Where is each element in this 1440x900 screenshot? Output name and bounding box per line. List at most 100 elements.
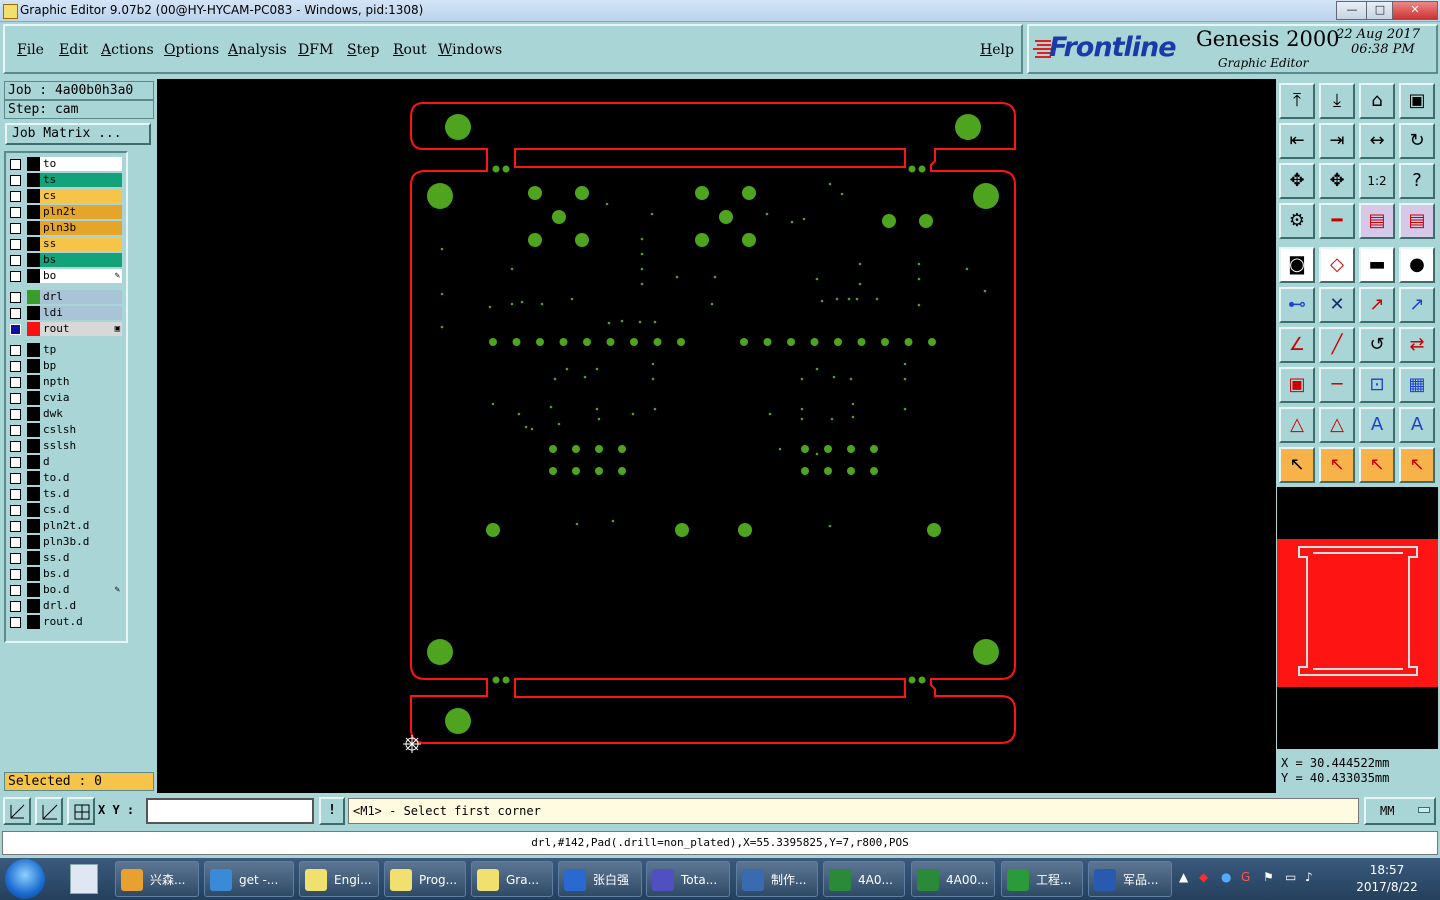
drill-hole[interactable]: [595, 467, 603, 475]
drill-hole[interactable]: [530, 427, 534, 431]
graphic-canvas[interactable]: [157, 79, 1276, 793]
drill-hole[interactable]: [549, 467, 557, 475]
drill-hole[interactable]: [881, 338, 889, 346]
layer-name[interactable]: ss.d: [40, 551, 122, 565]
taskbar-item[interactable]: 工程...: [1001, 861, 1083, 897]
drill-hole[interactable]: [815, 452, 819, 456]
add-line-icon[interactable]: ↗: [1359, 287, 1395, 323]
layer-row[interactable]: cslsh: [6, 423, 126, 437]
drill-hole[interactable]: [828, 524, 832, 528]
layer-checkbox[interactable]: [10, 409, 21, 420]
drill-hole[interactable]: [552, 210, 566, 224]
copy-feature-icon[interactable]: ▦: [1399, 367, 1435, 403]
polygon-draw-icon[interactable]: ◇: [1319, 247, 1355, 283]
pan-left-icon[interactable]: ⇤: [1279, 123, 1315, 159]
drill-hole[interactable]: [828, 182, 832, 186]
pointer-path-icon[interactable]: ↖: [1399, 447, 1435, 483]
drill-hole[interactable]: [611, 519, 615, 523]
layer-row[interactable]: bs.d: [6, 567, 126, 581]
drill-hole[interactable]: [540, 302, 544, 306]
zoom-in-icon[interactable]: ✥: [1279, 163, 1315, 199]
tray-arrow-icon[interactable]: ▲: [1179, 870, 1188, 884]
minimize-button[interactable]: —: [1336, 1, 1368, 20]
drill-hole[interactable]: [824, 445, 832, 453]
start-button-icon[interactable]: [5, 859, 45, 899]
layer-row[interactable]: pln3b: [6, 221, 126, 235]
layer-name[interactable]: tp: [40, 343, 122, 357]
layer-work-swatch[interactable]: [27, 237, 40, 251]
drill-hole[interactable]: [638, 320, 642, 324]
grid-icon[interactable]: [67, 797, 95, 825]
layer-name[interactable]: cslsh: [40, 423, 122, 437]
snap-tool-icon[interactable]: [35, 797, 63, 825]
layer-name[interactable]: ts.d: [40, 487, 122, 501]
drill-hole[interactable]: [840, 192, 844, 196]
layer-row[interactable]: ts.d: [6, 487, 126, 501]
layer-name[interactable]: ts: [40, 173, 122, 187]
drill-hole[interactable]: [427, 183, 453, 209]
taskbar-item[interactable]: 兴森...: [115, 861, 199, 897]
layer-work-swatch[interactable]: [27, 269, 40, 283]
drill-hole[interactable]: [440, 325, 444, 329]
layer-name[interactable]: pln3b.d: [40, 535, 122, 549]
layer-row[interactable]: ss.d: [6, 551, 126, 565]
layer-name[interactable]: bo.d ✎: [40, 583, 122, 597]
taskbar-item[interactable]: get -...: [204, 861, 294, 897]
layer-name[interactable]: ldi: [40, 306, 122, 320]
layer-checkbox[interactable]: [10, 361, 21, 372]
redraw-icon[interactable]: ↻: [1399, 123, 1435, 159]
layer-row[interactable]: drl: [6, 290, 126, 304]
layer-row[interactable]: bs: [6, 253, 126, 267]
drill-hole[interactable]: [677, 338, 685, 346]
size-handle-icon[interactable]: ⊡: [1359, 367, 1395, 403]
drill-hole[interactable]: [742, 186, 756, 200]
drill-hole[interactable]: [834, 338, 842, 346]
drill-hole[interactable]: [855, 297, 859, 301]
menu-help[interactable]: Help: [980, 42, 1014, 58]
split-line-icon[interactable]: ─: [1319, 367, 1355, 403]
layer-checkbox[interactable]: [10, 345, 21, 356]
drill-hole[interactable]: [559, 338, 568, 346]
layer-work-swatch[interactable]: [27, 205, 40, 219]
layer-name[interactable]: pln3b: [40, 221, 122, 235]
drill-hole[interactable]: [858, 262, 862, 266]
layer-name[interactable]: d: [40, 455, 122, 469]
layer-row[interactable]: sslsh: [6, 439, 126, 453]
layer-work-swatch[interactable]: [27, 322, 40, 336]
layer-checkbox[interactable]: [10, 521, 21, 532]
menu-actions[interactable]: Actions: [101, 42, 154, 58]
drill-hole[interactable]: [510, 302, 514, 306]
drill-hole[interactable]: [973, 639, 999, 665]
taskbar-item[interactable]: Prog...: [384, 861, 466, 897]
drill-hole[interactable]: [502, 165, 510, 173]
zoom-home-icon[interactable]: ⤒: [1279, 83, 1315, 119]
drill-hole[interactable]: [502, 676, 510, 684]
drill-hole[interactable]: [489, 338, 497, 346]
text-add-icon[interactable]: △: [1279, 407, 1315, 443]
drill-hole[interactable]: [870, 467, 878, 475]
drill-hole[interactable]: [630, 338, 638, 346]
layer-checkbox[interactable]: [10, 441, 21, 452]
drill-hole[interactable]: [488, 305, 492, 309]
layer-row[interactable]: cvia: [6, 391, 126, 405]
snap-line-icon[interactable]: ━: [1319, 203, 1355, 239]
drill-hole[interactable]: [904, 338, 913, 346]
drill-hole[interactable]: [858, 282, 862, 286]
drill-hole[interactable]: [742, 233, 756, 247]
layer-work-swatch[interactable]: [27, 535, 40, 549]
drill-hole[interactable]: [857, 338, 866, 346]
job-matrix-button[interactable]: Job Matrix ...: [5, 123, 151, 145]
layer-name[interactable]: bo ✎: [40, 269, 122, 283]
drill-hole[interactable]: [575, 522, 579, 526]
drill-hole[interactable]: [917, 277, 921, 281]
drill-hole[interactable]: [640, 282, 644, 286]
layer-row[interactable]: drl.d: [6, 599, 126, 613]
drill-hole[interactable]: [618, 467, 626, 475]
layer-checkbox[interactable]: [10, 292, 21, 303]
drill-hole[interactable]: [528, 186, 542, 200]
drill-hole[interactable]: [801, 445, 809, 453]
zoom-area-icon[interactable]: [3, 797, 31, 825]
close-button[interactable]: ✕: [1392, 1, 1438, 20]
drill-hole[interactable]: [595, 367, 599, 371]
menu-file[interactable]: File: [17, 42, 44, 58]
